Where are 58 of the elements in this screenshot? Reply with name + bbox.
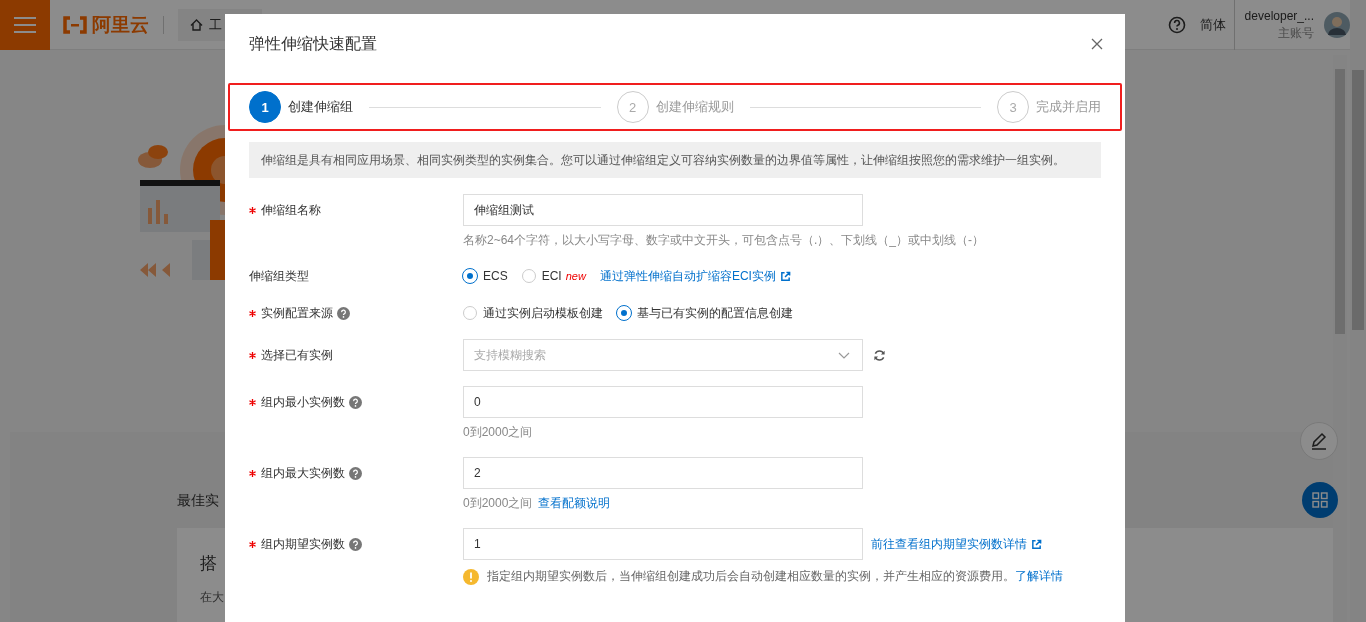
- menu-icon: [14, 16, 36, 33]
- home-icon: [190, 18, 203, 31]
- field-label: 组内最小实例数: [261, 393, 345, 411]
- input-field[interactable]: 1: [463, 528, 863, 560]
- input-field[interactable]: 0: [463, 386, 863, 418]
- step-number: 1: [249, 91, 281, 123]
- required-icon: [249, 398, 256, 406]
- help-icon[interactable]: [349, 537, 362, 551]
- input-field[interactable]: 伸缩组测试: [463, 194, 863, 226]
- refresh-icon[interactable]: [873, 348, 886, 362]
- logo-text: 阿里云: [92, 12, 149, 37]
- quota-link[interactable]: 查看配额说明: [538, 493, 611, 513]
- menu-button[interactable]: [0, 0, 50, 50]
- field-label: 组内最大实例数: [261, 464, 345, 482]
- radio-option[interactable]: ECS: [463, 269, 508, 283]
- step-label: 创建伸缩规则: [655, 98, 734, 116]
- step-label: 创建伸缩组: [288, 98, 353, 116]
- pencil-icon: [1310, 432, 1328, 450]
- hint-text: 名称2~64个字符，以大小写字母、数字或中文开头，可包含点号（.）、下划线（_）或中划线（-）: [463, 232, 985, 249]
- field-label: 伸缩组名称: [261, 201, 321, 219]
- required-icon: [249, 351, 256, 359]
- field-label: 组内期望实例数: [261, 535, 345, 553]
- new-label: new: [565, 270, 586, 282]
- card-text: 在大: [200, 589, 225, 606]
- input-field[interactable]: 2: [463, 457, 863, 489]
- card-title: 搭: [200, 553, 218, 575]
- grid-icon: [1312, 492, 1328, 508]
- avatar[interactable]: [1324, 11, 1350, 38]
- warning-text: 指定组内期望实例数后，当伸缩组创建成功后会自动创建相应数量的实例，并产生相应的资源费用。了解详情: [487, 568, 1063, 585]
- field-label: 选择已有实例: [261, 346, 333, 364]
- help-icon[interactable]: [337, 306, 350, 320]
- warning-icon: [463, 568, 479, 585]
- close-icon[interactable]: [1091, 38, 1103, 50]
- eci-link[interactable]: 通过弹性伸缩自动扩缩容ECI实例: [599, 267, 791, 285]
- field-label: 伸缩组类型: [249, 267, 309, 285]
- help-icon[interactable]: [349, 466, 362, 480]
- external-link-icon: [1031, 538, 1042, 550]
- radio-option[interactable]: 基与已有实例的配置信息创建: [617, 304, 793, 322]
- hint-text: 0到2000之间: [463, 424, 533, 441]
- radio-option[interactable]: 通过实例启动模板创建: [463, 304, 603, 322]
- chevron-down-icon: [838, 351, 850, 359]
- help-icon[interactable]: [349, 395, 362, 409]
- required-icon: [249, 469, 256, 477]
- details-link[interactable]: 前往查看组内期望实例数详情: [871, 535, 1042, 553]
- section-title: 最佳实: [177, 492, 219, 510]
- required-icon: [249, 206, 256, 214]
- learn-more-link[interactable]: 了解详情: [1015, 569, 1063, 583]
- language-button[interactable]: 简体: [1199, 15, 1226, 34]
- logo-icon: [62, 15, 88, 34]
- required-icon: [249, 540, 256, 548]
- help-icon[interactable]: [1167, 15, 1186, 34]
- info-banner: 伸缩组是具有相同应用场景、相同实例类型的实例集合。您可以通过伸缩组定义可容纳实例数量的边界值等属性，让伸缩组按照您的需求维护一组实例。: [249, 142, 1101, 178]
- step-label: 完成并启用: [1036, 98, 1101, 116]
- external-link-icon: [779, 270, 791, 282]
- user-name[interactable]: developer_...: [1244, 7, 1314, 25]
- required-icon: [249, 309, 256, 317]
- hint-text: 0到2000之间: [463, 495, 533, 512]
- field-label: 实例配置来源: [261, 304, 333, 322]
